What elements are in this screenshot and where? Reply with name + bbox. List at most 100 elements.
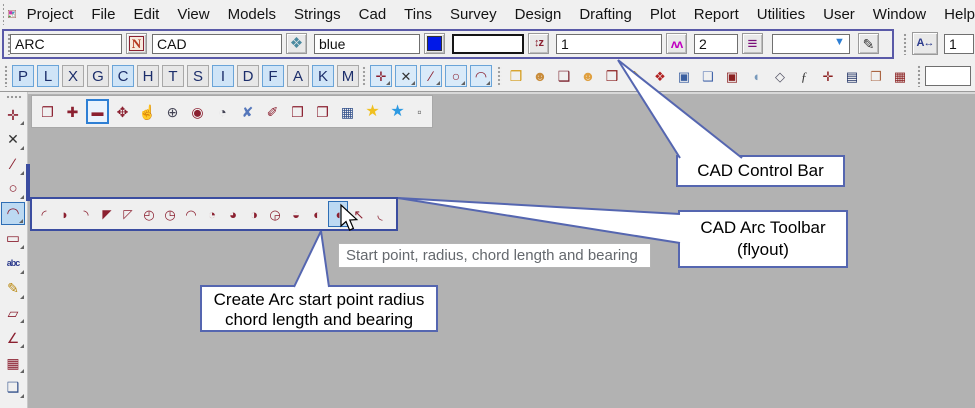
intersection-snap-button[interactable]: ✕ <box>395 65 417 87</box>
circle-flyout-button[interactable]: ○ <box>1 177 25 200</box>
favourite-yellow-star-button[interactable]: ★ <box>361 99 384 124</box>
menu-grip[interactable] <box>2 3 4 25</box>
menu-item-drafting[interactable]: Drafting <box>579 6 632 23</box>
cad-letter-button-a[interactable]: A <box>287 65 309 87</box>
cad-letter-button-x[interactable]: X <box>62 65 84 87</box>
options-dialog-button[interactable]: ▦ <box>890 65 910 87</box>
arc-start-centre-button[interactable]: ◕ <box>223 201 243 227</box>
delete-view-button[interactable]: ✘ <box>236 99 259 124</box>
cad-letter-button-p[interactable]: P <box>12 65 34 87</box>
cad-letter-button-s[interactable]: S <box>187 65 209 87</box>
right-field-grip[interactable] <box>917 65 922 87</box>
folder-send-button[interactable]: ❒ <box>506 65 526 87</box>
cad-letter-button-k[interactable]: K <box>312 65 334 87</box>
arc-start-radius-chord-bearing-button[interactable]: ◖ <box>328 201 348 227</box>
arc-select-button[interactable]: ↖ <box>349 201 369 227</box>
edit-text-flyout-button[interactable]: ✎ <box>1 277 25 300</box>
arc-2-points-button[interactable]: ◴ <box>139 201 159 227</box>
image-settings-button[interactable]: ▣ <box>722 65 742 87</box>
models-button[interactable]: ❖ <box>286 33 307 54</box>
plot-preview-button[interactable]: ☻ <box>530 65 550 87</box>
zoom-in-button[interactable]: ✚ <box>61 99 84 124</box>
cad-letter-button-f[interactable]: F <box>262 65 284 87</box>
colour-picker-button[interactable]: ✎ <box>858 33 879 54</box>
arc-radius-point-button[interactable]: ◠ <box>181 201 201 227</box>
menu-item-tins[interactable]: Tins <box>404 6 432 23</box>
arc-angle-button[interactable]: ◤ <box>97 201 117 227</box>
z-value-button[interactable]: ↕z <box>528 33 549 54</box>
function-settings-button[interactable]: ƒ <box>794 65 814 87</box>
arc-flyout-button[interactable]: ◠ <box>1 202 25 226</box>
text-size-field[interactable] <box>944 34 974 54</box>
windows-button[interactable]: ❐ <box>36 99 59 124</box>
rectangle-flyout-button[interactable]: ▭ <box>1 227 25 250</box>
symbol-flyout-button[interactable]: ▱ <box>1 301 25 324</box>
intersection-flyout-button[interactable]: ✕ <box>1 128 25 151</box>
linestyle-field[interactable] <box>556 34 662 54</box>
grid-view-button[interactable]: ▦ <box>336 99 359 124</box>
menu-item-cad[interactable]: Cad <box>359 6 387 23</box>
arc-centre-point-button[interactable]: ◷ <box>160 201 180 227</box>
cad-letter-button-i[interactable]: I <box>212 65 234 87</box>
arc-angle-direction-button[interactable]: ◸ <box>118 201 138 227</box>
left-toolbar-grip[interactable] <box>5 95 22 100</box>
menu-item-project[interactable]: Project <box>27 6 74 23</box>
arc-3-points-button[interactable]: ◜ <box>34 201 54 227</box>
cad-letter-button-l[interactable]: L <box>37 65 59 87</box>
name-n-button[interactable]: N <box>126 33 147 54</box>
arc-chord-direction-button[interactable]: ◝ <box>76 201 96 227</box>
menu-item-report[interactable]: Report <box>694 6 739 23</box>
saucer-settings-button[interactable]: ◖ <box>746 65 766 87</box>
arc-start-end-radius-button[interactable]: ◔ <box>202 201 222 227</box>
menu-item-edit[interactable]: Edit <box>133 6 159 23</box>
plot-view-button[interactable]: ❒ <box>286 99 309 124</box>
cad-letter-button-c[interactable]: C <box>112 65 134 87</box>
contacts-button[interactable]: ☻ <box>578 65 598 87</box>
menu-item-models[interactable]: Models <box>228 6 276 23</box>
image-editor-button[interactable]: ▣ <box>674 65 694 87</box>
name-field[interactable] <box>10 34 122 54</box>
textstyle-bar-grip[interactable] <box>903 33 908 55</box>
grid-flyout-button[interactable]: ▦ <box>1 351 25 374</box>
zoom-extents-button[interactable]: ◉ <box>186 99 209 124</box>
arc-tangent-radius-button[interactable]: ◐ <box>307 201 327 227</box>
measure-flyout-button[interactable]: ∠ <box>1 326 25 349</box>
copy-view-button[interactable]: ❐ <box>311 99 334 124</box>
cad-toolbar-grip[interactable] <box>4 65 9 87</box>
menu-item-help[interactable]: Help <box>944 6 975 23</box>
cad-letter-button-g[interactable]: G <box>87 65 109 87</box>
cad-letter-button-t[interactable]: T <box>162 65 184 87</box>
pan-hand-button[interactable]: ☝ <box>136 99 159 124</box>
label-button[interactable]: ❖ <box>650 65 670 87</box>
weight-field[interactable] <box>694 34 738 54</box>
arc-points-radius-button[interactable]: ◑ <box>244 201 264 227</box>
colour-field[interactable] <box>314 34 420 54</box>
line-flyout-button[interactable]: ∕ <box>1 153 25 176</box>
menu-item-strings[interactable]: Strings <box>294 6 341 23</box>
arc-chord-button[interactable]: ◗ <box>55 201 75 227</box>
menu-item-plot[interactable]: Plot <box>650 6 676 23</box>
menu-item-utilities[interactable]: Utilities <box>757 6 805 23</box>
arc-centre-angle-button[interactable]: ◶ <box>265 201 285 227</box>
cad-letter-button-m[interactable]: M <box>337 65 359 87</box>
polygon-flyout-button[interactable]: ⌂ <box>1 401 25 408</box>
clipboard-button[interactable]: ❐ <box>866 65 886 87</box>
lineweight-button[interactable]: ≡ <box>742 33 763 54</box>
edit-notes-button[interactable]: ✎ <box>626 65 646 87</box>
cad-toolbar-right-field[interactable] <box>925 66 971 86</box>
folder-library-button[interactable]: ❒ <box>602 65 622 87</box>
favourite-blue-star-button[interactable]: ★ <box>386 99 409 124</box>
pan-extents-button[interactable]: ✥ <box>111 99 134 124</box>
cad-letter-button-h[interactable]: H <box>137 65 159 87</box>
point-snap-button[interactable]: ✛ <box>370 65 392 87</box>
cad-letter-button-d[interactable]: D <box>237 65 259 87</box>
model-field[interactable] <box>152 34 282 54</box>
view-create-flyout-button[interactable]: ❑ <box>1 376 25 399</box>
report-window-button[interactable]: ▤ <box>842 65 862 87</box>
text-size-button[interactable]: A↔ <box>912 32 938 55</box>
menu-item-view[interactable]: View <box>177 6 209 23</box>
line-snap-button[interactable]: ∕ <box>420 65 442 87</box>
colour-swatch-button[interactable] <box>424 33 445 54</box>
zoom-out-button[interactable]: ▬ <box>86 99 109 124</box>
window-settings-button[interactable]: ❑ <box>698 65 718 87</box>
